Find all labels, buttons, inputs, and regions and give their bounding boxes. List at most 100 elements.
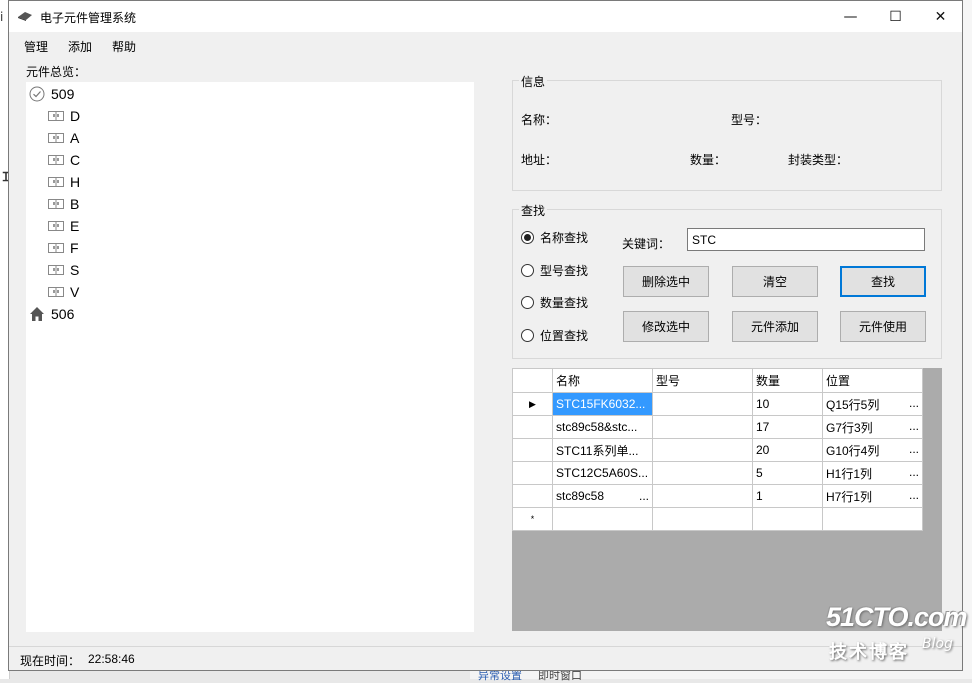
tree-node-label: D (70, 108, 81, 124)
drawer-icon (48, 152, 64, 168)
column-header-model[interactable]: 型号 (652, 368, 753, 393)
menu-item-help[interactable]: 帮助 (112, 38, 136, 55)
cell-model[interactable] (652, 461, 753, 485)
cell-name[interactable] (552, 507, 653, 531)
cell-name[interactable]: STC11系列单... (552, 438, 653, 462)
new-row-icon[interactable]: * (512, 507, 553, 531)
tree-node-child[interactable]: H (48, 171, 80, 193)
keyword-input[interactable] (687, 228, 925, 251)
cell-quantity[interactable]: 20 (752, 438, 823, 462)
tree-node-child[interactable]: D (48, 105, 80, 127)
drawer-icon (48, 240, 64, 256)
row-header[interactable] (512, 484, 553, 508)
cell-quantity[interactable]: 5 (752, 461, 823, 485)
minimize-icon: — (843, 8, 858, 25)
tree-node-child[interactable]: V (48, 281, 79, 303)
cell-name-text: stc89c58 (556, 489, 605, 503)
edit-selected-button[interactable]: 修改选中 (623, 311, 709, 342)
tree-node-label: C (70, 152, 81, 168)
row-header[interactable] (512, 461, 553, 485)
cell-location-text: H1行1列 (826, 466, 873, 481)
drawer-icon (48, 174, 64, 190)
drawer-icon (48, 196, 64, 212)
column-header-name[interactable]: 名称 (552, 368, 653, 393)
watermark-subtitle: 技术博客 (829, 642, 909, 663)
radio-search-by-name[interactable]: 名称查找 (521, 229, 588, 246)
cell-name[interactable]: STC12C5A60S... (552, 461, 653, 485)
watermark-logo: 51CTO.com 技术博客 Blog (826, 600, 968, 663)
row-header[interactable] (512, 438, 553, 462)
column-header-location[interactable]: 位置 (822, 368, 923, 393)
cell-quantity[interactable]: 1 (752, 484, 823, 508)
cell-quantity[interactable]: 17 (752, 415, 823, 439)
tree-node-child[interactable]: F (48, 237, 79, 259)
maximize-icon: ☐ (889, 8, 902, 25)
cell-name[interactable]: stc89c58&stc... (552, 415, 653, 439)
tree-node-child[interactable]: C (48, 149, 80, 171)
cell-model[interactable] (652, 438, 753, 462)
close-icon: ✕ (934, 8, 947, 25)
use-component-button[interactable]: 元件使用 (840, 311, 926, 342)
package-label: 封装类型： (788, 153, 849, 167)
title-bar[interactable]: 电子元件管理系统 — ☐ ✕ (9, 1, 962, 32)
tree-node-label: A (70, 130, 80, 146)
cell-location-text: G7行3列 (826, 420, 873, 435)
table-row[interactable]: STC11系列单... 20 G10行4列... (512, 438, 923, 462)
cell-name[interactable]: stc89c58... (552, 484, 653, 508)
menu-item-add[interactable]: 添加 (68, 38, 92, 55)
tree-node-label: 509 (51, 86, 75, 102)
table-header-row: 名称 型号 数量 位置 (512, 368, 923, 393)
cell-quantity[interactable] (752, 507, 823, 531)
radio-search-by-model[interactable]: 型号查找 (521, 262, 588, 279)
table-row[interactable]: ▶ STC15FK6032... 10 Q15行5列... (512, 392, 923, 416)
menu-item-manage[interactable]: 管理 (24, 38, 48, 55)
radio-search-by-location[interactable]: 位置查找 (521, 327, 588, 344)
current-row-icon[interactable]: ▶ (512, 392, 553, 416)
radio-search-by-quantity[interactable]: 数量查找 (521, 294, 588, 311)
ellipsis: ... (908, 418, 919, 433)
column-header-quantity[interactable]: 数量 (752, 368, 823, 393)
cell-model[interactable] (652, 415, 753, 439)
tree-node-label: H (70, 174, 81, 190)
tree-node-child[interactable]: E (48, 215, 79, 237)
tree-node-child[interactable]: A (48, 127, 79, 149)
tree-node-child[interactable]: B (48, 193, 79, 215)
tree-node-509[interactable]: 509 (29, 83, 74, 105)
cell-quantity[interactable]: 10 (752, 392, 823, 416)
cell-model[interactable] (652, 484, 753, 508)
cell-location[interactable]: Q15行5列... (822, 392, 923, 416)
add-component-button[interactable]: 元件添加 (732, 311, 818, 342)
find-button[interactable]: 查找 (840, 266, 926, 297)
ellipsis: ... (908, 464, 919, 479)
background-app-right-edge (962, 0, 972, 679)
cell-location[interactable]: H1行1列... (822, 461, 923, 485)
radio-label: 数量查找 (540, 296, 589, 310)
cell-location[interactable]: H7行1列... (822, 484, 923, 508)
clear-button[interactable]: 清空 (732, 266, 818, 297)
cell-model[interactable] (652, 507, 753, 531)
cell-name[interactable]: STC15FK6032... (552, 392, 653, 416)
maximize-button[interactable]: ☐ (873, 1, 918, 32)
close-button[interactable]: ✕ (918, 1, 963, 32)
minimize-button[interactable]: — (828, 1, 873, 32)
cell-model[interactable] (652, 392, 753, 416)
component-grid[interactable]: 名称 型号 数量 位置 ▶ STC15FK6032... 10 Q15行5列..… (512, 368, 942, 631)
component-tree[interactable]: 509 D A C H B E F S V 506 (26, 82, 474, 632)
table-new-row[interactable]: * (512, 507, 923, 531)
status-bar: 现在时间： 22:58:46 (9, 646, 962, 671)
cell-location[interactable]: G7行3列... (822, 415, 923, 439)
table-row[interactable]: STC12C5A60S... 5 H1行1列... (512, 461, 923, 485)
row-header-corner[interactable] (512, 368, 553, 393)
tree-node-506[interactable]: 506 (29, 303, 74, 325)
tree-node-label: 506 (51, 306, 75, 322)
cell-location[interactable]: G10行4列... (822, 438, 923, 462)
tree-node-child[interactable]: S (48, 259, 79, 281)
table-row[interactable]: stc89c58&stc... 17 G7行3列... (512, 415, 923, 439)
radio-label: 名称查找 (540, 231, 589, 245)
table-row[interactable]: stc89c58... 1 H7行1列... (512, 484, 923, 508)
keyword-label: 关键词： (622, 237, 671, 251)
row-header[interactable] (512, 415, 553, 439)
cell-location[interactable] (822, 507, 923, 531)
quantity-label: 数量： (690, 153, 727, 167)
delete-selected-button[interactable]: 删除选中 (623, 266, 709, 297)
